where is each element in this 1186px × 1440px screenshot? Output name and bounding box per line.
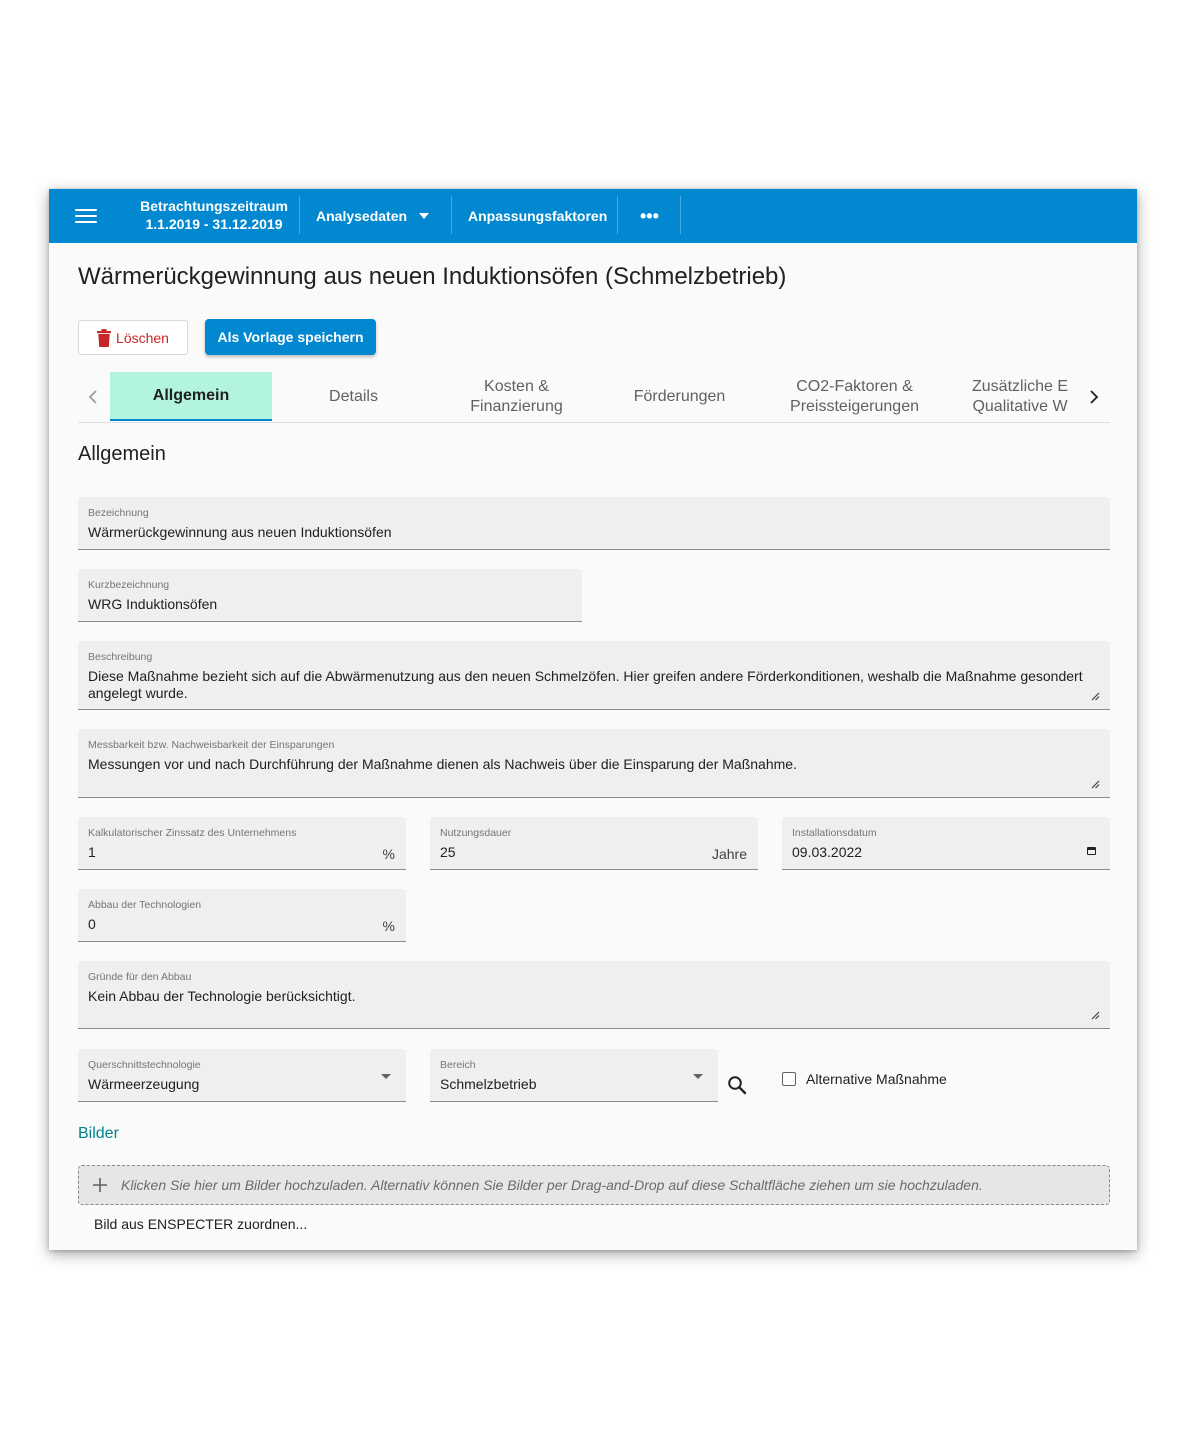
field-label: Kalkulatorischer Zinssatz des Unternehme… [88,827,297,839]
save-as-template-button[interactable]: Als Vorlage speichern [205,319,376,355]
period-selector[interactable]: Betrachtungszeitraum 1.1.2019 - 31.12.20… [131,197,297,233]
tab-label: Förderungen [633,387,726,405]
adjustment-factors-button[interactable]: Anpassungsfaktoren [468,189,607,243]
bereich-select[interactable]: Bereich Schmelzbetrieb [430,1049,718,1102]
dropdown-arrow-icon [381,1074,391,1079]
section-title: Allgemein [78,443,166,465]
field-value: Messungen vor und nach Durchführung der … [88,756,797,772]
save-as-template-label: Als Vorlage speichern [217,329,364,345]
resize-handle-icon[interactable] [1091,1011,1100,1020]
tab-label: Details [329,387,378,405]
field-label: Querschnittstechnologie [88,1059,201,1071]
divider [299,196,300,234]
field-value: Schmelzbetrieb [440,1076,537,1092]
tab-foerderungen[interactable]: Förderungen [598,372,761,421]
alternative-measure-checkbox[interactable]: Alternative Maßnahme [782,1071,947,1087]
field-label: Bereich [440,1059,476,1071]
field-label: Beschreibung [88,651,153,663]
tab-label-line1: CO2-Faktoren & [796,377,913,395]
field-value: 1 [88,844,96,860]
tab-zusaetzliche[interactable]: Zusätzliche E Qualitative W [948,372,1079,421]
app-window: Betrachtungszeitraum 1.1.2019 - 31.12.20… [49,189,1137,1250]
plus-icon [93,1178,107,1192]
more-options-dots: ••• [640,205,659,226]
analysis-data-menu[interactable]: Analysedaten [316,189,430,243]
unit-suffix: Jahre [711,846,747,862]
chevron-left-icon[interactable] [78,372,108,422]
field-label: Nutzungsdauer [440,827,512,839]
field-label: Gründe für den Abbau [88,971,192,983]
adjustment-factors-label: Anpassungsfaktoren [468,208,608,224]
tab-label-line2: Qualitative W [972,397,1068,415]
kurzbezeichnung-field[interactable]: Kurzbezeichnung WRG Induktionsöfen [78,569,582,622]
bezeichnung-field[interactable]: Bezeichnung Wärmerückgewinnung aus neuen… [78,497,1110,550]
period-range: 1.1.2019 - 31.12.2019 [145,216,283,232]
image-upload-dropzone[interactable]: Klicken Sie hier um Bilder hochzuladen. … [78,1165,1110,1205]
field-value: Wärmerückgewinnung aus neuen Induktionsö… [88,524,392,540]
tab-co2-faktoren[interactable]: CO2-Faktoren & Preissteigerungen [761,372,948,421]
divider [617,196,618,234]
field-value: Kein Abbau der Technologie berücksichtig… [88,988,356,1004]
checkbox-box[interactable] [782,1072,796,1086]
divider [680,196,681,234]
field-label: Messbarkeit bzw. Nachweisbarkeit der Ein… [88,739,335,751]
chevron-down-icon [419,213,430,219]
search-icon[interactable] [726,1074,748,1096]
zinssatz-field[interactable]: Kalkulatorischer Zinssatz des Unternehme… [78,817,406,870]
tab-kosten-finanzierung[interactable]: Kosten & Finanzierung [435,372,598,421]
field-label: Kurzbezeichnung [88,579,170,591]
beschreibung-textarea[interactable]: Beschreibung Diese Maßnahme bezieht sich… [78,641,1110,710]
gruende-textarea[interactable]: Gründe für den Abbau Kein Abbau der Tech… [78,961,1110,1029]
images-section-title: Bilder [78,1125,119,1142]
tab-label-line2: Finanzierung [470,397,563,415]
field-value: 0 [88,916,96,932]
top-app-bar: Betrachtungszeitraum 1.1.2019 - 31.12.20… [49,189,1137,243]
chevron-right-icon[interactable] [1079,372,1109,422]
tab-details[interactable]: Details [272,372,435,421]
unit-suffix: % [382,918,395,934]
hamburger-menu-icon[interactable] [75,206,97,226]
divider [451,196,452,234]
tab-label-line1: Kosten & [484,377,549,395]
assign-image-link[interactable]: Bild aus ENSPECTER zuordnen... [94,1216,307,1232]
nutzungsdauer-field[interactable]: Nutzungsdauer 25 Jahre [430,817,758,870]
delete-label: Löschen [116,329,169,346]
field-label: Abbau der Technologien [88,899,202,911]
field-label: Bezeichnung [88,507,149,519]
tab-label: Allgemein [152,386,230,404]
delete-button[interactable]: Löschen [78,320,188,355]
resize-handle-icon[interactable] [1091,780,1100,789]
field-value: Diese Maßnahme bezieht sich auf die Abwä… [88,668,1083,701]
period-label: Betrachtungszeitraum [140,198,288,214]
querschnittstechnologie-select[interactable]: Querschnittstechnologie Wärmeerzeugung [78,1049,406,1102]
more-options-icon[interactable]: ••• [640,189,659,243]
field-value: 09.03.2022 [792,844,863,860]
calendar-icon[interactable] [1087,847,1096,855]
dropdown-arrow-icon [693,1074,703,1079]
field-value: Wärmeerzeugung [88,1076,200,1092]
abbau-field[interactable]: Abbau der Technologien 0 % [78,889,406,942]
checkbox-label: Alternative Maßnahme [806,1071,947,1087]
analysis-data-label: Analysedaten [316,208,408,224]
field-label: Installationsdatum [792,827,877,839]
field-value: WRG Induktionsöfen [88,596,218,612]
field-value: 25 [440,844,456,860]
tab-allgemein[interactable]: Allgemein [110,372,272,421]
installationsdatum-field[interactable]: Installationsdatum 09.03.2022 [782,817,1110,870]
resize-handle-icon[interactable] [1091,692,1100,701]
tab-bar: Allgemein Details Kosten & Finanzierung … [78,372,1110,423]
upload-hint: Klicken Sie hier um Bilder hochzuladen. … [121,1177,983,1193]
tab-label-line1: Zusätzliche E [972,377,1069,395]
messbarkeit-textarea[interactable]: Messbarkeit bzw. Nachweisbarkeit der Ein… [78,729,1110,798]
page-title: Wärmerückgewinnung aus neuen Induktionsö… [78,263,787,290]
tab-label-line2: Preissteigerungen [790,397,919,415]
trash-icon [97,328,112,347]
unit-suffix: % [382,846,395,862]
